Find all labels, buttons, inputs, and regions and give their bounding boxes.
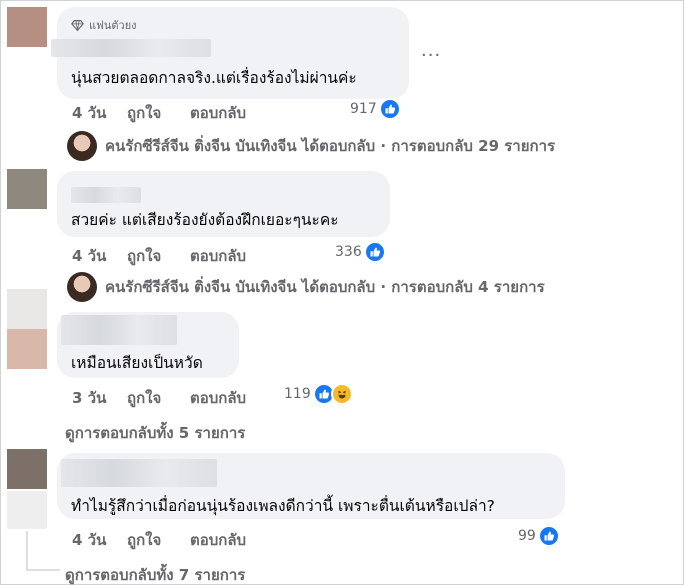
reply-summary-link[interactable]: คนรักซีรีส์จีน ติ่งจีน บันเทิงจีน ได้ตอบ… xyxy=(67,272,545,302)
comment-bubble: สวยค่ะ แต่เสียงร้องยังต้องฝึกเยอะๆนะคะ xyxy=(57,171,390,237)
avatar-placeholder xyxy=(7,491,47,529)
like-button[interactable]: ถูกใจ xyxy=(127,244,161,268)
reply-summary-text: คนรักซีรีส์จีน ติ่งจีน บันเทิงจีน ได้ตอบ… xyxy=(105,278,545,296)
like-button[interactable]: ถูกใจ xyxy=(127,528,161,552)
comment-text: ทำไมรู้สึกว่าเมื่อก่อนนุ่นร้องเพลงดีกว่า… xyxy=(71,497,495,515)
diamond-icon xyxy=(71,19,84,31)
like-reaction-icon xyxy=(378,98,401,120)
ellipsis-icon[interactable]: ··· xyxy=(421,45,441,66)
reply-button[interactable]: ตอบกลับ xyxy=(190,386,246,410)
view-replies-link[interactable]: ดูการตอบกลับทั้ง 7 รายการ xyxy=(65,563,245,585)
reply-summary-text: คนรักซีรีส์จีน ติ่งจีน บันเทิงจีน ได้ตอบ… xyxy=(105,137,556,155)
reaction-count: 336 xyxy=(335,244,362,260)
reaction-summary[interactable]: 99 xyxy=(518,525,560,547)
reply-button[interactable]: ตอบกลับ xyxy=(190,244,246,268)
reply-button[interactable]: ตอบกลับ xyxy=(190,528,246,552)
commenter-name-redacted[interactable] xyxy=(61,459,217,487)
like-button[interactable]: ถูกใจ xyxy=(127,101,161,125)
page-avatar xyxy=(67,131,97,161)
reaction-summary[interactable]: 119 xyxy=(284,383,353,405)
badge-label: แฟนตัวยง xyxy=(89,19,137,32)
comments-panel: แฟนตัวยง นุ่นสวยตลอดกาลจริง.แต่เรื่องร้อ… xyxy=(0,0,684,585)
comment-time[interactable]: 4 วัน xyxy=(72,244,106,268)
reaction-count: 917 xyxy=(350,101,377,117)
comment-text: เหมือนเสียงเป็นหวัด xyxy=(71,354,203,372)
comment-time[interactable]: 4 วัน xyxy=(72,101,106,125)
reaction-count: 99 xyxy=(518,528,536,544)
commenter-avatar[interactable] xyxy=(7,7,47,47)
view-replies-link[interactable]: ดูการตอบกลับทั้ง 5 รายการ xyxy=(65,421,245,445)
comment-text: สวยค่ะ แต่เสียงร้องยังต้องฝึกเยอะๆนะคะ xyxy=(71,211,339,229)
fan-badge: แฟนตัวยง xyxy=(71,16,137,34)
thread-connector xyxy=(26,531,28,571)
comment-bubble: เหมือนเสียงเป็นหวัด xyxy=(57,312,239,378)
like-reaction-icon xyxy=(363,241,386,263)
comment-bubble: ทำไมรู้สึกว่าเมื่อก่อนนุ่นร้องเพลงดีกว่า… xyxy=(57,453,565,519)
commenter-name-redacted[interactable] xyxy=(71,187,141,203)
like-button[interactable]: ถูกใจ xyxy=(127,386,161,410)
reaction-summary[interactable]: 336 xyxy=(335,241,386,263)
commenter-avatar[interactable] xyxy=(7,169,47,209)
commenter-avatar[interactable] xyxy=(7,289,47,369)
reaction-summary[interactable]: 917 xyxy=(350,98,401,120)
reaction-count: 119 xyxy=(284,386,311,402)
haha-reaction-icon xyxy=(330,383,353,405)
reply-summary-link[interactable]: คนรักซีรีส์จีน ติ่งจีน บันเทิงจีน ได้ตอบ… xyxy=(67,131,555,161)
commenter-name-redacted[interactable] xyxy=(61,315,177,345)
reply-button[interactable]: ตอบกลับ xyxy=(190,101,246,125)
like-reaction-icon xyxy=(537,525,560,547)
page-avatar xyxy=(67,272,97,302)
comment-time[interactable]: 4 วัน xyxy=(72,528,106,552)
comment-time[interactable]: 3 วัน xyxy=(72,386,106,410)
comment-bubble: แฟนตัวยง นุ่นสวยตลอดกาลจริง.แต่เรื่องร้อ… xyxy=(51,7,409,99)
comment-text: นุ่นสวยตลอดกาลจริง.แต่เรื่องร้องไม่ผ่านค… xyxy=(71,69,357,87)
commenter-name-redacted[interactable] xyxy=(51,39,211,57)
commenter-avatar[interactable] xyxy=(7,449,47,489)
thread-connector xyxy=(26,569,60,571)
